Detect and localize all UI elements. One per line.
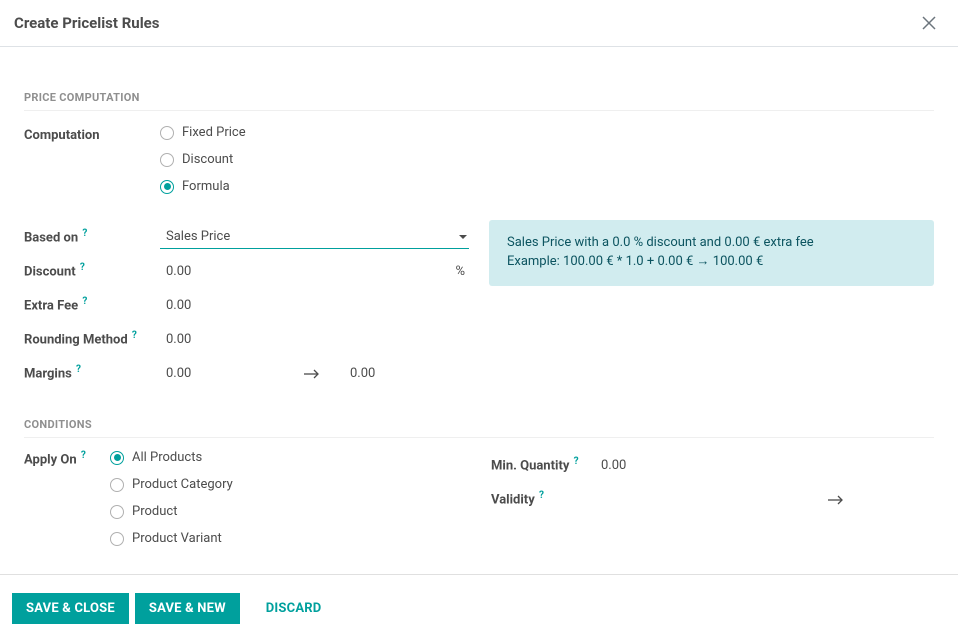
- rounding-method-field: Rounding Method ?: [24, 322, 469, 356]
- min-quantity-field: Min. Quantity ?: [491, 448, 934, 482]
- discount-field: Discount ? %: [24, 254, 469, 288]
- help-icon[interactable]: ?: [132, 330, 137, 341]
- section-title-price-computation: PRICE COMPUTATION: [24, 91, 934, 111]
- section-conditions: CONDITIONS Apply On ? All Products: [24, 418, 934, 546]
- radio-icon: [110, 478, 124, 492]
- rounding-method-input[interactable]: [160, 328, 220, 351]
- computation-option-discount[interactable]: Discount: [160, 152, 246, 167]
- help-icon[interactable]: ?: [81, 450, 86, 461]
- computation-option-fixed-price[interactable]: Fixed Price: [160, 125, 246, 140]
- apply-on-option-product-category[interactable]: Product Category: [110, 477, 233, 492]
- chevron-down-icon: [459, 235, 467, 239]
- help-icon[interactable]: ?: [82, 228, 87, 239]
- apply-on-field: Apply On ? All Products Product Category: [24, 448, 467, 546]
- validity-label: Validity ?: [491, 490, 595, 507]
- modal-footer: Save & Close Save & New Discard: [0, 574, 958, 636]
- min-quantity-label: Min. Quantity ?: [491, 456, 595, 473]
- modal-title: Create Pricelist Rules: [14, 14, 159, 32]
- apply-on-option-product[interactable]: Product: [110, 504, 233, 519]
- margins-field: Margins ?: [24, 356, 469, 390]
- extra-fee-input[interactable]: [160, 294, 220, 317]
- radio-icon: [110, 505, 124, 519]
- based-on-label: Based on ?: [24, 228, 160, 245]
- close-icon[interactable]: [920, 14, 938, 32]
- based-on-dropdown[interactable]: Sales Price: [160, 225, 469, 249]
- formula-info-alert: Sales Price with a 0.0 % discount and 0.…: [489, 220, 934, 286]
- validity-field: Validity ?: [491, 482, 934, 516]
- radio-icon: [160, 126, 174, 140]
- radio-icon: [110, 451, 124, 465]
- radio-icon: [160, 180, 174, 194]
- save-new-button[interactable]: Save & New: [135, 593, 240, 624]
- computation-option-formula[interactable]: Formula: [160, 179, 246, 194]
- help-icon[interactable]: ?: [82, 296, 87, 307]
- section-title-conditions: CONDITIONS: [24, 418, 934, 438]
- arrow-right-icon: [304, 368, 320, 378]
- arrow-right-icon: [828, 494, 844, 504]
- margins-max-input[interactable]: [344, 362, 404, 385]
- discount-unit: %: [455, 264, 465, 279]
- radio-icon: [110, 532, 124, 546]
- apply-on-radio-group: All Products Product Category Product: [110, 448, 233, 546]
- margins-label: Margins ?: [24, 364, 160, 381]
- apply-on-option-product-variant[interactable]: Product Variant: [110, 531, 233, 546]
- modal-header: Create Pricelist Rules: [0, 0, 958, 47]
- modal-body: PRICE COMPUTATION Computation Fixed Pric…: [0, 47, 958, 574]
- margins-min-input[interactable]: [160, 362, 280, 385]
- extra-fee-field: Extra Fee ?: [24, 288, 469, 322]
- min-quantity-input[interactable]: [595, 454, 655, 477]
- extra-fee-label: Extra Fee ?: [24, 296, 160, 313]
- discount-label: Discount ?: [24, 262, 160, 279]
- discard-button[interactable]: Discard: [252, 593, 336, 624]
- help-icon[interactable]: ?: [76, 364, 81, 375]
- section-price-computation: PRICE COMPUTATION Computation Fixed Pric…: [24, 91, 934, 390]
- help-icon[interactable]: ?: [80, 262, 85, 273]
- computation-label: Computation: [24, 123, 160, 143]
- discount-input[interactable]: [160, 260, 220, 283]
- rounding-method-label: Rounding Method ?: [24, 330, 160, 347]
- help-icon[interactable]: ?: [539, 490, 544, 501]
- apply-on-label: Apply On ?: [24, 448, 110, 467]
- save-close-button[interactable]: Save & Close: [12, 593, 129, 624]
- radio-icon: [160, 153, 174, 167]
- help-icon[interactable]: ?: [574, 456, 579, 467]
- computation-radio-group: Fixed Price Discount Formula: [160, 123, 246, 194]
- computation-field: Computation Fixed Price Discount Formula: [24, 121, 934, 196]
- validity-start-input[interactable]: [595, 488, 635, 511]
- apply-on-option-all-products[interactable]: All Products: [110, 450, 233, 465]
- based-on-field: Based on ? Sales Price: [24, 220, 469, 254]
